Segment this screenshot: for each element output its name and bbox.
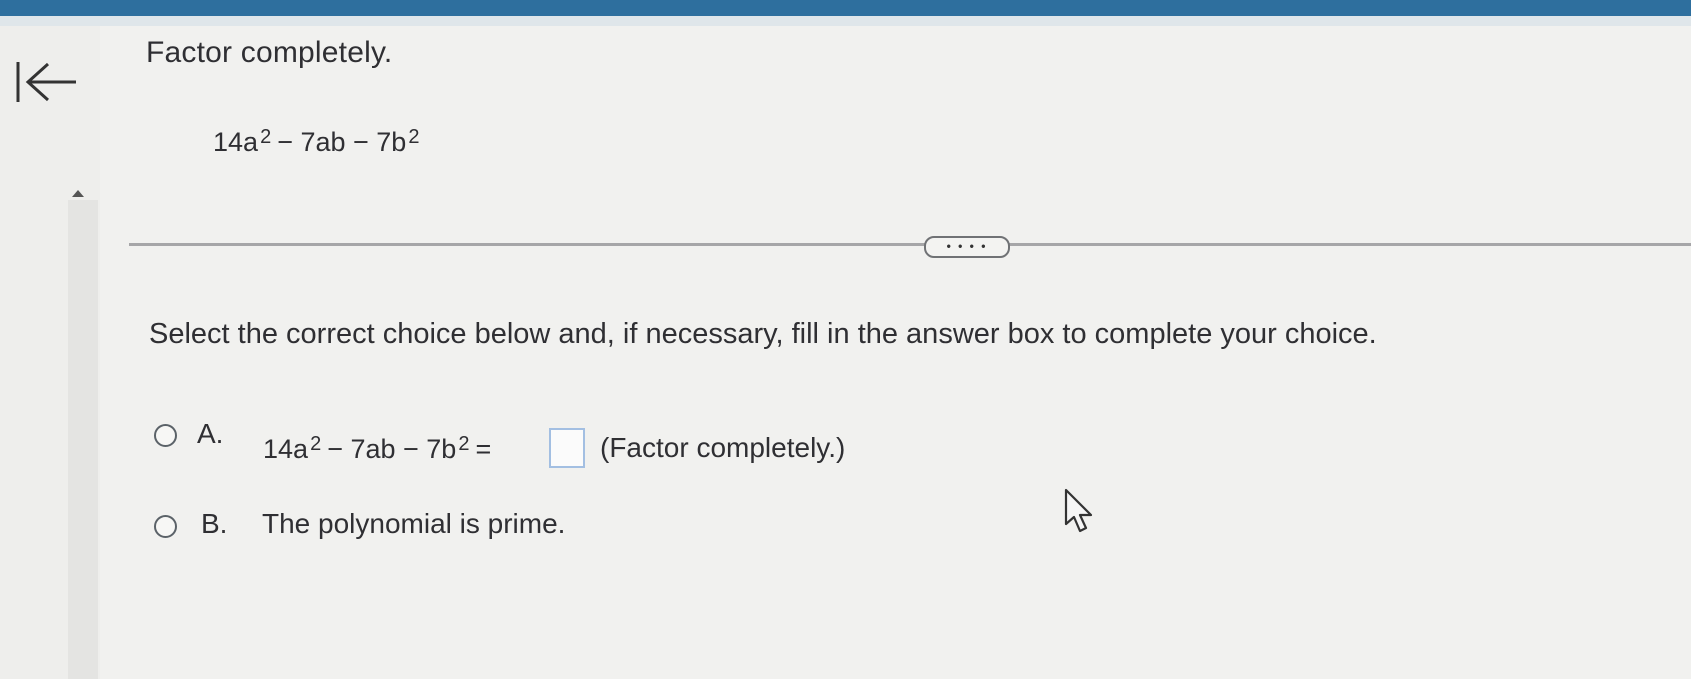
choice-a-exponent-2: 2	[458, 433, 470, 455]
scrollbar-track[interactable]	[68, 200, 98, 679]
choice-a-expression: 14a 2− 7ab − 7b 2 =	[263, 433, 492, 465]
expr-exponent-2: 2	[408, 126, 420, 148]
collapse-left-arrow-icon[interactable]	[14, 58, 80, 108]
choice-a-equals: =	[475, 434, 492, 464]
choice-a-radio[interactable]	[154, 424, 177, 447]
instruction-text: Select the correct choice below and, if …	[149, 318, 1377, 350]
mouse-pointer-icon	[1063, 487, 1097, 540]
expr-term1: 14a	[213, 127, 259, 157]
problem-expression: 14a 2− 7ab − 7b 2	[213, 126, 425, 158]
choice-a-letter: A.	[197, 418, 224, 449]
choice-a-term1: 14a	[263, 434, 309, 464]
section-divider	[129, 243, 1691, 246]
expr-middle: − 7ab − 7b	[277, 127, 407, 157]
choice-a-note: (Factor completely.)	[600, 432, 846, 463]
expand-more-button[interactable]: • • • •	[924, 236, 1010, 258]
choice-a-exponent-1: 2	[310, 433, 322, 455]
question-title: Factor completely.	[146, 36, 393, 69]
choice-a-middle: − 7ab − 7b	[327, 434, 457, 464]
triangle-up-icon[interactable]	[72, 190, 84, 197]
header-strip	[0, 16, 1691, 26]
choice-b-letter: B.	[201, 508, 228, 539]
choice-b-text: The polynomial is prime.	[262, 508, 566, 539]
choice-b-radio[interactable]	[154, 515, 177, 538]
top-header-bar	[0, 0, 1691, 16]
answer-input-box[interactable]	[549, 428, 585, 468]
expr-exponent-1: 2	[260, 126, 272, 148]
